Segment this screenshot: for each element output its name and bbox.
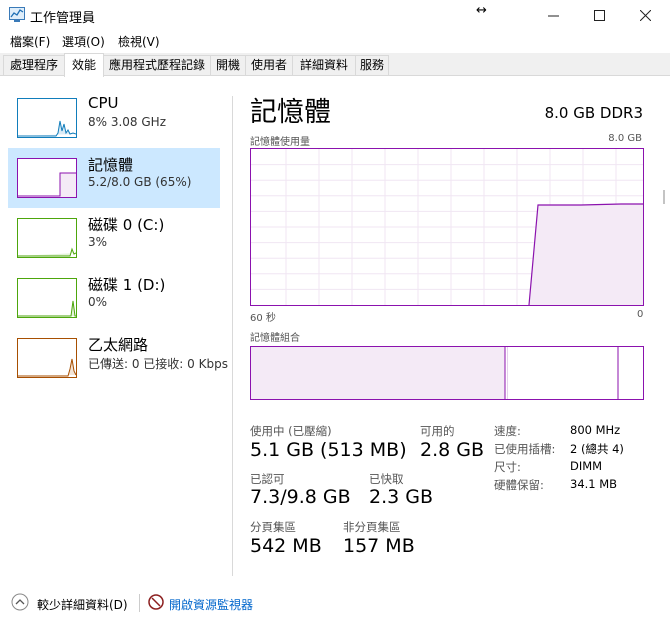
footer: 較少詳細資料(D) 開啟資源監視器 xyxy=(0,590,670,618)
pane-splitter[interactable] xyxy=(232,96,233,576)
memory-usage-graph xyxy=(250,148,644,306)
scrollbar-marker[interactable] xyxy=(662,190,667,204)
spec-value: 2 (總共 4) xyxy=(570,442,624,456)
minimize-button[interactable] xyxy=(530,0,576,30)
device-name: 乙太網路 xyxy=(88,336,149,354)
spec-label: 已使用插槽: xyxy=(494,442,556,456)
tab-processes[interactable]: 處理程序 xyxy=(3,55,65,75)
memory-type: 8.0 GB DDR3 xyxy=(544,104,643,122)
disk-1-thumbnail xyxy=(17,278,77,318)
committed-value: 7.3/9.8 GB xyxy=(250,486,351,508)
menu-options[interactable]: 選項(O) xyxy=(62,33,105,50)
nonpaged-pool-value: 157 MB xyxy=(343,535,415,557)
fewer-details-link[interactable]: 較少詳細資料(D) xyxy=(37,596,128,613)
device-stat: 已傳送: 0 已接收: 0 Kbps xyxy=(88,357,228,371)
tab-details[interactable]: 詳細資料 xyxy=(292,55,356,75)
device-memory[interactable]: 記憶體 5.2/8.0 GB (65%) xyxy=(8,148,220,208)
task-manager-icon xyxy=(9,7,25,22)
paged-pool-value: 542 MB xyxy=(250,535,322,557)
menu-view[interactable]: 檢視(V) xyxy=(118,33,160,50)
cached-label: 已快取 xyxy=(369,472,404,486)
composition-chart-label: 記憶體組合 xyxy=(250,333,300,344)
tab-startup[interactable]: 開機 xyxy=(210,55,246,75)
paged-pool-label: 分頁集區 xyxy=(250,520,296,534)
in-use-label: 使用中 (已壓縮) xyxy=(250,424,332,438)
resize-icon[interactable]: ↔ xyxy=(476,3,487,18)
window-title: 工作管理員 xyxy=(30,11,96,26)
cached-value: 2.3 GB xyxy=(369,486,434,508)
spec-value: 800 MHz xyxy=(570,423,621,437)
memory-composition-bar xyxy=(250,346,644,400)
device-list: CPU 8% 3.08 GHz 記憶體 5.2/8.0 GB (65%) 磁碟 … xyxy=(0,76,232,576)
nonpaged-pool-label: 非分頁集區 xyxy=(343,520,401,534)
close-button[interactable] xyxy=(622,0,668,30)
maximize-icon xyxy=(593,9,605,21)
axis-right-label: 0 xyxy=(637,309,644,320)
tab-services[interactable]: 服務 xyxy=(355,55,389,75)
spec-label: 硬體保留: xyxy=(494,478,544,492)
spec-value: 34.1 MB xyxy=(570,477,618,491)
open-resource-monitor-link[interactable]: 開啟資源監視器 xyxy=(169,596,253,613)
device-name: 磁碟 0 (C:) xyxy=(88,216,165,234)
minimize-icon xyxy=(547,15,559,16)
available-label: 可用的 xyxy=(420,424,455,438)
menu-bar: 檔案(F) 選項(O) 檢視(V) xyxy=(0,30,670,51)
device-stat: 5.2/8.0 GB (65%) xyxy=(88,175,192,189)
maximize-button[interactable] xyxy=(576,0,622,30)
device-disk-0[interactable]: 磁碟 0 (C:) 3% xyxy=(8,208,220,268)
title-bar: 工作管理員 ↔ xyxy=(0,0,670,30)
chevron-up-icon[interactable] xyxy=(11,593,29,611)
device-stat: 0% xyxy=(88,295,108,309)
ethernet-thumbnail xyxy=(17,338,77,378)
page-title: 記憶體 xyxy=(250,97,331,128)
spec-value: DIMM xyxy=(570,459,603,473)
device-name: 磁碟 1 (D:) xyxy=(88,276,166,294)
menu-file[interactable]: 檔案(F) xyxy=(10,33,50,50)
resource-monitor-icon xyxy=(148,594,164,610)
footer-divider xyxy=(139,594,140,612)
cpu-thumbnail xyxy=(17,98,77,138)
device-name: 記憶體 xyxy=(88,156,134,174)
tab-users[interactable]: 使用者 xyxy=(245,55,293,75)
spec-label: 尺寸: xyxy=(494,460,521,474)
tab-app-history[interactable]: 應用程式歷程記錄 xyxy=(103,55,211,75)
available-value: 2.8 GB xyxy=(420,439,485,461)
usage-chart-label: 記憶體使用量 xyxy=(250,137,310,148)
close-icon xyxy=(639,9,651,21)
device-ethernet[interactable]: 乙太網路 已傳送: 0 已接收: 0 Kbps xyxy=(8,328,228,388)
committed-label: 已認可 xyxy=(250,472,285,486)
device-stat: 8% 3.08 GHz xyxy=(88,115,167,129)
in-use-value: 5.1 GB (513 MB) xyxy=(250,439,407,461)
disk-0-thumbnail xyxy=(17,218,77,258)
device-disk-1[interactable]: 磁碟 1 (D:) 0% xyxy=(8,268,220,328)
axis-left-label: 60 秒 xyxy=(250,313,276,324)
tab-performance[interactable]: 效能 xyxy=(64,53,104,77)
memory-thumbnail xyxy=(17,158,77,198)
tab-bar: 處理程序 效能 應用程式歷程記錄 開機 使用者 詳細資料 服務 xyxy=(0,53,670,77)
device-name: CPU xyxy=(88,94,119,112)
usage-chart-max: 8.0 GB xyxy=(608,133,642,144)
device-cpu[interactable]: CPU 8% 3.08 GHz xyxy=(8,88,220,148)
spec-label: 速度: xyxy=(494,424,521,438)
device-stat: 3% xyxy=(88,235,108,249)
